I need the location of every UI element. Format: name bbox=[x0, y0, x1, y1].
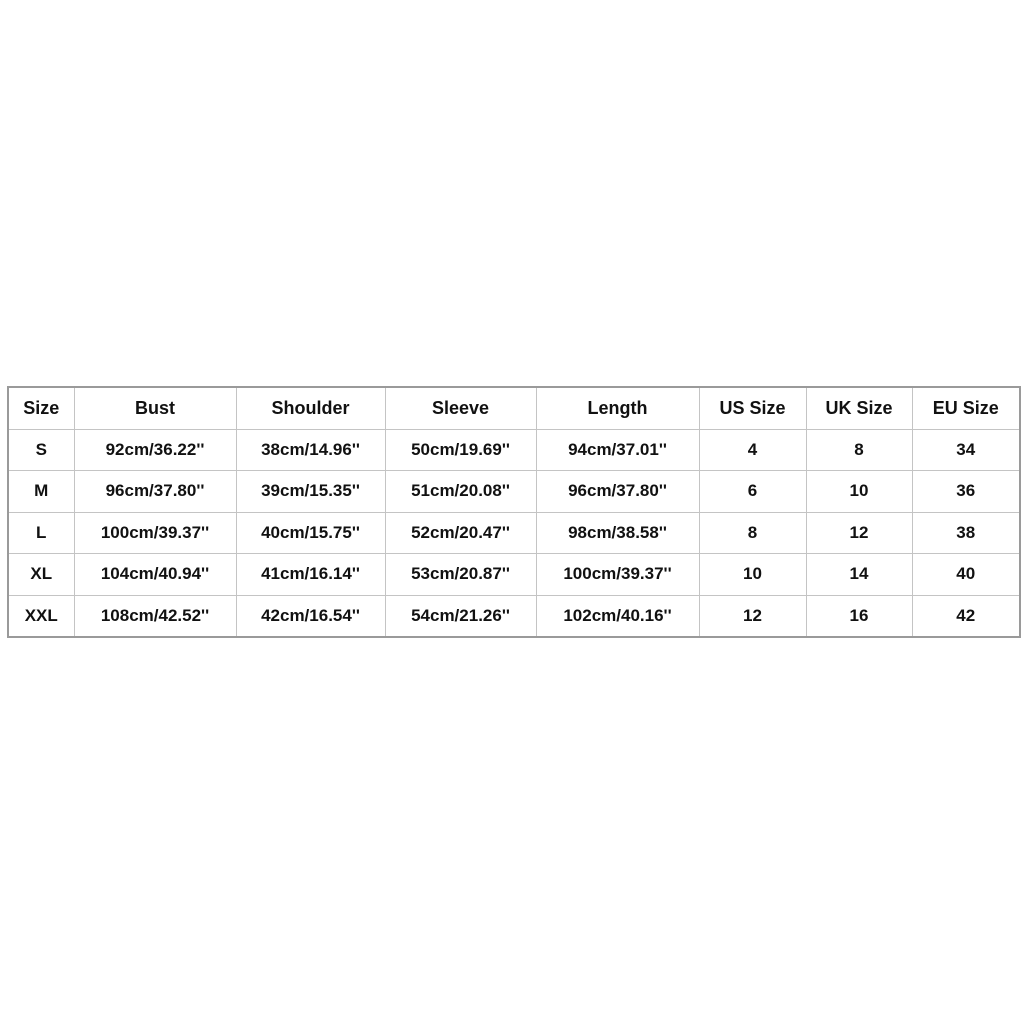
table-row: L 100cm/39.37'' 40cm/15.75'' 52cm/20.47'… bbox=[7, 511, 1021, 554]
cell-sleeve: 51cm/20.08'' bbox=[384, 470, 537, 513]
header-length: Length bbox=[535, 386, 700, 430]
cell-us-size: 8 bbox=[698, 511, 807, 554]
cell-bust: 104cm/40.94'' bbox=[73, 553, 237, 596]
cell-shoulder: 38cm/14.96'' bbox=[235, 428, 386, 471]
cell-size: L bbox=[7, 511, 75, 554]
cell-uk-size: 12 bbox=[805, 511, 913, 554]
cell-eu-size: 40 bbox=[911, 553, 1021, 596]
cell-length: 102cm/40.16'' bbox=[535, 594, 700, 638]
cell-sleeve: 50cm/19.69'' bbox=[384, 428, 537, 471]
header-shoulder: Shoulder bbox=[235, 386, 386, 430]
cell-eu-size: 34 bbox=[911, 428, 1021, 471]
cell-eu-size: 36 bbox=[911, 470, 1021, 513]
header-sleeve: Sleeve bbox=[384, 386, 537, 430]
cell-uk-size: 8 bbox=[805, 428, 913, 471]
cell-uk-size: 10 bbox=[805, 470, 913, 513]
cell-bust: 92cm/36.22'' bbox=[73, 428, 237, 471]
cell-size: S bbox=[7, 428, 75, 471]
header-row: Size Bust Shoulder Sleeve Length US Size… bbox=[7, 386, 1021, 430]
cell-sleeve: 53cm/20.87'' bbox=[384, 553, 537, 596]
cell-size: XL bbox=[7, 553, 75, 596]
table-row: M 96cm/37.80'' 39cm/15.35'' 51cm/20.08''… bbox=[7, 470, 1021, 513]
cell-us-size: 4 bbox=[698, 428, 807, 471]
header-eu-size: EU Size bbox=[911, 386, 1021, 430]
cell-uk-size: 14 bbox=[805, 553, 913, 596]
header-size: Size bbox=[7, 386, 75, 430]
table-row: XL 104cm/40.94'' 41cm/16.14'' 53cm/20.87… bbox=[7, 553, 1021, 596]
cell-us-size: 6 bbox=[698, 470, 807, 513]
cell-sleeve: 54cm/21.26'' bbox=[384, 594, 537, 638]
cell-eu-size: 42 bbox=[911, 594, 1021, 638]
cell-shoulder: 40cm/15.75'' bbox=[235, 511, 386, 554]
size-chart-table: Size Bust Shoulder Sleeve Length US Size… bbox=[7, 386, 1021, 638]
cell-us-size: 12 bbox=[698, 594, 807, 638]
cell-shoulder: 39cm/15.35'' bbox=[235, 470, 386, 513]
cell-shoulder: 41cm/16.14'' bbox=[235, 553, 386, 596]
header-bust: Bust bbox=[73, 386, 237, 430]
cell-bust: 108cm/42.52'' bbox=[73, 594, 237, 638]
cell-length: 94cm/37.01'' bbox=[535, 428, 700, 471]
cell-length: 100cm/39.37'' bbox=[535, 553, 700, 596]
cell-uk-size: 16 bbox=[805, 594, 913, 638]
cell-bust: 100cm/39.37'' bbox=[73, 511, 237, 554]
header-us-size: US Size bbox=[698, 386, 807, 430]
cell-shoulder: 42cm/16.54'' bbox=[235, 594, 386, 638]
table-row: XXL 108cm/42.52'' 42cm/16.54'' 54cm/21.2… bbox=[7, 594, 1021, 638]
table-row: S 92cm/36.22'' 38cm/14.96'' 50cm/19.69''… bbox=[7, 428, 1021, 471]
cell-us-size: 10 bbox=[698, 553, 807, 596]
cell-eu-size: 38 bbox=[911, 511, 1021, 554]
cell-bust: 96cm/37.80'' bbox=[73, 470, 237, 513]
cell-length: 98cm/38.58'' bbox=[535, 511, 700, 554]
cell-length: 96cm/37.80'' bbox=[535, 470, 700, 513]
cell-size: M bbox=[7, 470, 75, 513]
header-uk-size: UK Size bbox=[805, 386, 913, 430]
cell-size: XXL bbox=[7, 594, 75, 638]
cell-sleeve: 52cm/20.47'' bbox=[384, 511, 537, 554]
